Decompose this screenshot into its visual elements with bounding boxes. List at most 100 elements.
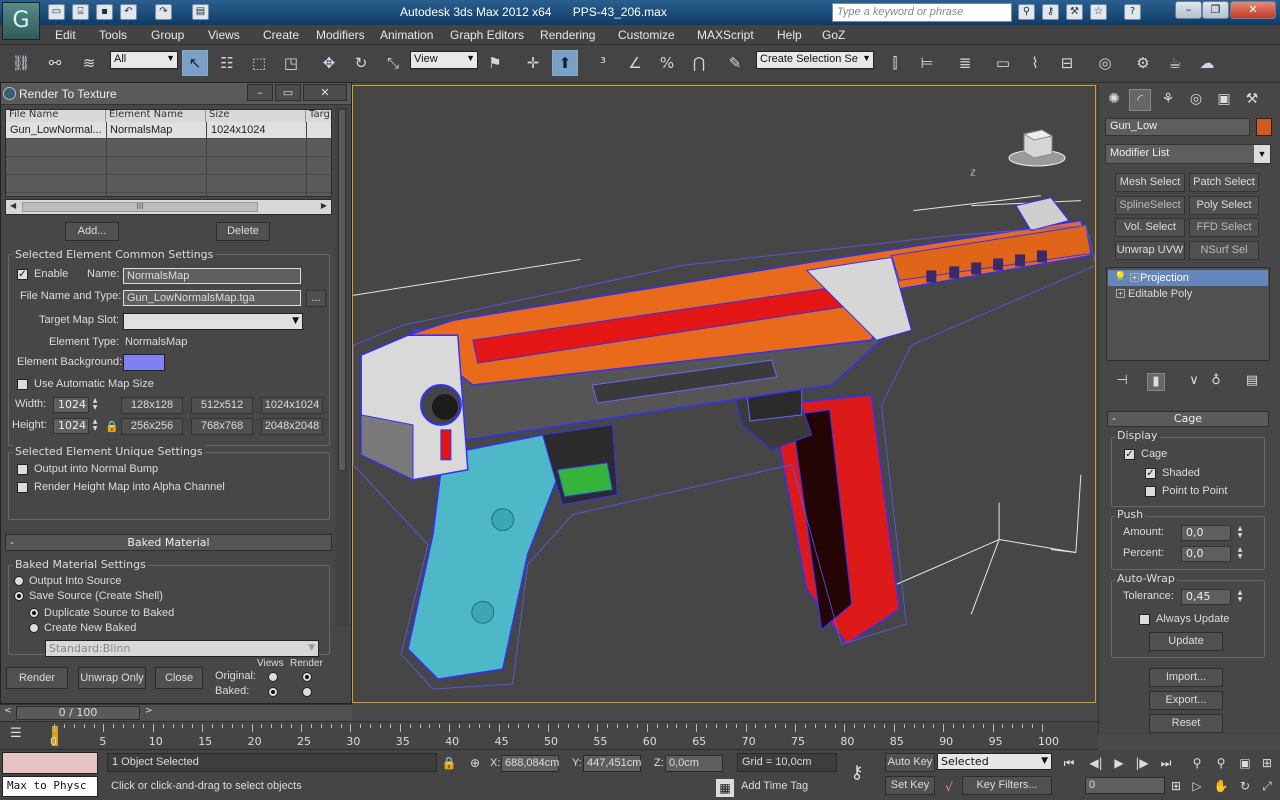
layer-manager-icon[interactable]: ≣ [952, 50, 978, 76]
shaded-checkbox[interactable]: ✓ [1145, 468, 1156, 479]
show-end-result-icon[interactable]: ▮ [1147, 373, 1165, 391]
update-button[interactable]: Update [1149, 632, 1223, 651]
height-alpha-checkbox[interactable] [17, 482, 28, 493]
add-time-tag-button[interactable]: Add Time Tag [737, 778, 837, 797]
time-configuration-icon[interactable]: ⊞ [1167, 777, 1185, 795]
menu-modifiers[interactable]: Modifiers [316, 28, 365, 42]
spinner-snap-icon[interactable]: ⋂ [686, 50, 712, 76]
table-row[interactable]: Gun_LowNormal... NormalsMap 1024x1024 [6, 122, 331, 139]
go-to-end-icon[interactable]: ⏭ [1157, 754, 1175, 772]
current-frame-field[interactable]: 0 [1085, 777, 1165, 794]
schematic-view-icon[interactable]: ⊟ [1054, 50, 1080, 76]
selection-lock-icon[interactable]: 🔒 [440, 754, 458, 772]
dialog-minimize-button[interactable]: – [247, 84, 273, 101]
percent-snap-icon[interactable]: % [654, 50, 680, 76]
search-input[interactable]: Type a keyword or phrase [832, 3, 1012, 22]
dialog-close-button[interactable]: ✕ [303, 84, 347, 101]
rotate-icon[interactable]: ↻ [348, 50, 374, 76]
help-icon[interactable]: ? [1124, 4, 1141, 20]
align-icon[interactable]: ⊨ [914, 50, 940, 76]
rendered-frame-window-icon[interactable]: ☕ [1162, 50, 1188, 76]
cage-rollout[interactable]: - Cage [1107, 411, 1269, 427]
maxscript-listener-pink[interactable] [2, 752, 98, 774]
baked-render-radio[interactable] [302, 687, 312, 697]
save-icon[interactable]: ▪ [96, 4, 113, 20]
bind-space-warp-icon[interactable]: ≋ [76, 50, 102, 76]
menu-goz[interactable]: GoZ [822, 28, 845, 42]
menu-rendering[interactable]: Rendering [540, 28, 595, 42]
menu-customize[interactable]: Customize [618, 28, 675, 42]
export-button[interactable]: Export... [1149, 691, 1223, 710]
auto-map-size-checkbox[interactable] [17, 379, 28, 390]
window-crossing-icon[interactable]: ◳ [278, 50, 304, 76]
target-map-slot-dropdown[interactable]: ▼ [123, 313, 303, 330]
object-color-swatch[interactable] [1256, 118, 1272, 136]
mirror-icon[interactable]: ⫿ [882, 50, 908, 76]
undo-icon[interactable]: ↶ [120, 4, 137, 20]
dialog-maximize-button[interactable]: ▭ [275, 84, 301, 101]
star-icon[interactable]: ☆ [1090, 4, 1107, 20]
mini-curve-editor-icon[interactable]: ☰ [10, 726, 22, 741]
point-to-point-checkbox[interactable] [1145, 486, 1156, 497]
stack-item-editable-poly[interactable]: + Editable Poly [1108, 286, 1268, 302]
open-file-icon[interactable]: ⌸ [72, 4, 89, 20]
menu-tools[interactable]: Tools [99, 28, 127, 42]
selection-filter-dropdown[interactable]: All ▼ [110, 51, 178, 69]
time-tag-icon[interactable]: ▦ [716, 779, 734, 797]
set-key-button[interactable]: Set Key [885, 776, 935, 795]
perspective-viewport[interactable]: Z [352, 85, 1096, 703]
column-header-target[interactable]: Targ [306, 110, 331, 122]
play-icon[interactable]: ▶ [1110, 754, 1128, 772]
render-setup-icon[interactable]: ⚙ [1130, 50, 1156, 76]
original-render-radio[interactable] [302, 672, 312, 682]
maximize-button[interactable]: ❐ [1202, 1, 1229, 19]
width-field[interactable]: 1024 [53, 397, 89, 413]
track-bar[interactable]: ☰ 0 5 10 15 20 25 30 35 40 45 50 55 60 65 70 75 80 85 90 95… [0, 721, 1098, 750]
create-tab-icon[interactable]: ✺ [1103, 89, 1125, 111]
percent-field[interactable]: 0,0 [1181, 546, 1231, 562]
previous-key-icon[interactable]: ◀| [1087, 754, 1105, 772]
poly-select-button[interactable]: Poly Select [1189, 196, 1259, 215]
file-name-field[interactable]: Gun_LowNormalsMap.tga [123, 290, 301, 306]
height-field[interactable]: 1024 [53, 418, 89, 434]
set-key-mode-icon[interactable]: ⚷ [848, 764, 866, 782]
graphite-ribbon-icon[interactable]: ▭ [990, 50, 1016, 76]
height-spinner-arrows[interactable]: ▲ ▼ [90, 418, 100, 434]
original-views-radio[interactable] [268, 672, 278, 682]
size-preset-128[interactable]: 128x128 [121, 397, 183, 414]
menu-group[interactable]: Group [151, 28, 184, 42]
zoom-icon[interactable]: ⚲ [1188, 754, 1206, 772]
element-background-swatch[interactable] [123, 354, 165, 371]
unwrap-only-button[interactable]: Unwrap Only [78, 667, 146, 689]
gun-model[interactable] [353, 197, 1095, 690]
cage-checkbox[interactable]: ✓ [1124, 449, 1135, 460]
reference-coordinate-dropdown[interactable]: View ▼ [410, 51, 478, 69]
utilities-tab-icon[interactable]: ⚒ [1241, 89, 1263, 111]
select-object-icon[interactable]: ↖ [182, 50, 208, 76]
expand-icon[interactable]: + [1130, 273, 1139, 282]
modify-tab-icon[interactable]: ◜ [1129, 89, 1151, 111]
unwrap-uvw-button[interactable]: Unwrap UVW [1115, 241, 1185, 260]
named-selection-dropdown[interactable]: Create Selection Se ▼ [756, 51, 874, 69]
object-name-field[interactable]: Gun_Low [1105, 118, 1250, 136]
amount-field[interactable]: 0,0 [1181, 525, 1231, 541]
material-editor-icon[interactable]: ◎ [1092, 50, 1118, 76]
key-filters-button[interactable]: Key Filters... [962, 776, 1052, 795]
previous-frame-icon[interactable]: < [4, 706, 12, 716]
auto-key-button[interactable]: Auto Key [885, 753, 935, 772]
z-coordinate-field[interactable]: 0,0cm [665, 755, 723, 772]
patch-select-button[interactable]: Patch Select [1189, 173, 1259, 192]
amount-spinner-arrows[interactable]: ▲ ▼ [1235, 525, 1245, 541]
zoom-extents-all-icon[interactable]: ⊞ [1258, 754, 1276, 772]
add-element-button[interactable]: Add... [65, 222, 119, 241]
edit-named-selection-icon[interactable]: ✎ [722, 50, 748, 76]
size-preset-2048[interactable]: 2048x2048 [261, 418, 323, 435]
expand-icon[interactable]: + [1116, 289, 1125, 298]
binoculars-icon[interactable]: ⚲ [1018, 4, 1035, 20]
pan-view-icon[interactable]: ✋ [1212, 777, 1230, 795]
zoom-extents-icon[interactable]: ▣ [1236, 754, 1254, 772]
display-tab-icon[interactable]: ▣ [1213, 89, 1235, 111]
menu-graph-editors[interactable]: Graph Editors [450, 28, 524, 42]
dialog-title-bar[interactable]: Render To Texture – ▭ ✕ [1, 83, 351, 105]
tolerance-field[interactable]: 0,45 [1181, 589, 1231, 605]
